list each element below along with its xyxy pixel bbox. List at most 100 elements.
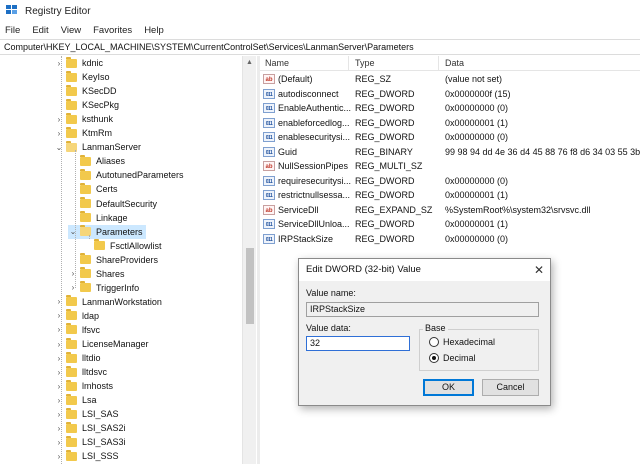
menu-favorites[interactable]: Favorites <box>87 25 138 36</box>
tree-item[interactable]: › LanmanWorkstation <box>54 295 162 309</box>
value-row[interactable]: 011 autodisconnect REG_DWORD 0x0000000f (15… <box>260 88 640 102</box>
value-name: IRPStackSize <box>278 233 334 244</box>
tree-item-label: TriggerInfo <box>96 282 140 293</box>
value-data: 0x00000001 (1) <box>445 190 509 200</box>
value-row[interactable]: 011 enablesecuritysi... REG_DWORD 0x0000000… <box>260 131 640 145</box>
collapsed-chevron-icon[interactable]: › <box>54 452 64 461</box>
tree-scrollbar[interactable]: ▲ <box>242 56 256 464</box>
collapsed-chevron-icon[interactable]: › <box>54 368 64 377</box>
tree-item[interactable]: › TriggerInfo <box>68 281 139 295</box>
tree-item-label: Aliases <box>96 156 126 167</box>
collapsed-chevron-icon[interactable]: › <box>68 283 78 292</box>
collapsed-chevron-icon[interactable]: › <box>54 354 64 363</box>
value-row[interactable]: 011 restrictnullsessa... REG_DWORD 0x000000… <box>260 189 640 203</box>
decimal-label[interactable]: Decimal <box>443 353 476 363</box>
menu-file[interactable]: File <box>0 25 26 36</box>
collapsed-chevron-icon[interactable]: › <box>54 396 64 405</box>
column-data-header[interactable]: Data <box>445 58 464 68</box>
column-name-header[interactable]: Name <box>265 58 289 68</box>
value-data: 0x00000001 (1) <box>445 219 509 229</box>
tree-item[interactable]: › LSI_SAS3i <box>54 435 126 449</box>
scrollbar-thumb[interactable] <box>246 248 254 324</box>
value-row[interactable]: 011 enableforcedlog... REG_DWORD 0x00000001… <box>260 117 640 131</box>
value-row[interactable]: 011 ServiceDllUnloa... REG_DWORD 0x00000001… <box>260 218 640 232</box>
tree-item[interactable]: › LSI_SAS2i <box>54 421 126 435</box>
collapsed-chevron-icon[interactable]: › <box>54 424 64 433</box>
ok-button[interactable]: OK <box>423 379 474 396</box>
tree-connector <box>75 150 76 288</box>
tree-item-label: FsctlAllowlist <box>110 240 162 251</box>
key-tree[interactable]: › kdnic KeyIso KSecDD KSecPkg › ksthunk › KtmRm ⌄… <box>0 56 258 464</box>
tree-item[interactable]: › LicenseManager <box>54 337 149 351</box>
cancel-button[interactable]: Cancel <box>482 379 539 396</box>
tree-item[interactable]: › ksthunk <box>54 112 113 126</box>
value-row[interactable]: ab (Default) REG_SZ (value not set) <box>260 73 640 87</box>
value-row[interactable]: ab ServiceDll REG_EXPAND_SZ %SystemRoot%\sy… <box>260 204 640 218</box>
expanded-chevron-icon[interactable]: ⌄ <box>68 227 78 236</box>
tree-item[interactable]: KSecPkg <box>54 98 119 112</box>
collapsed-chevron-icon[interactable]: › <box>54 438 64 447</box>
tree-item-label: Lsa <box>82 395 97 406</box>
collapsed-chevron-icon[interactable]: › <box>54 340 64 349</box>
value-data: 0x00000000 (0) <box>445 233 509 244</box>
collapsed-chevron-icon[interactable]: › <box>54 59 64 68</box>
column-type-header[interactable]: Type <box>355 58 375 68</box>
hexadecimal-radio[interactable] <box>429 337 439 347</box>
tree-item[interactable]: › KtmRm <box>54 126 112 140</box>
value-row[interactable]: 011 Guid REG_BINARY 99 98 94 dd 4e 36 d4 45… <box>260 146 640 160</box>
collapsed-chevron-icon[interactable]: › <box>54 129 64 138</box>
tree-item[interactable]: FsctlAllowlist <box>82 239 162 253</box>
tree-item[interactable]: ShareProviders <box>68 253 158 267</box>
tree-item-label: ldap <box>82 310 100 321</box>
binary-value-icon: 011 <box>263 190 275 200</box>
collapsed-chevron-icon[interactable]: › <box>68 269 78 278</box>
value-row[interactable]: 011 requiresecuritysi... REG_DWORD 0x000000… <box>260 175 640 189</box>
tree-item[interactable]: › Shares <box>68 267 125 281</box>
tree-item[interactable]: › LSI_SSS <box>54 449 119 463</box>
menu-edit[interactable]: Edit <box>26 25 54 36</box>
value-type: REG_DWORD <box>355 175 415 186</box>
value-data: 0x0000000f (15) <box>445 88 511 99</box>
column-divider[interactable] <box>348 56 349 71</box>
tree-item-label: AutotunedParameters <box>96 170 184 181</box>
string-value-icon: ab <box>263 204 275 215</box>
base-groupbox <box>419 329 539 371</box>
value-data-input[interactable]: 32 <box>306 336 410 351</box>
tree-item[interactable]: KeyIso <box>54 70 110 84</box>
value-row[interactable]: 011 IRPStackSize REG_DWORD 0x00000000 (0) <box>260 233 640 247</box>
tree-item[interactable]: Aliases <box>68 154 125 168</box>
tree-item-label: KeyIso <box>82 72 110 83</box>
value-row[interactable]: 011 EnableAuthentic... REG_DWORD 0x00000000… <box>260 102 640 116</box>
menu-help[interactable]: Help <box>138 25 170 36</box>
expanded-chevron-icon[interactable]: ⌄ <box>54 143 64 152</box>
address-bar[interactable]: Computer\HKEY_LOCAL_MACHINE\SYSTEM\Curre… <box>0 39 640 55</box>
close-icon[interactable]: ✕ <box>534 259 544 281</box>
menu-view[interactable]: View <box>55 25 87 36</box>
scroll-up-arrow-icon[interactable]: ▲ <box>246 59 253 66</box>
tree-item[interactable]: › LSI_SAS <box>54 407 119 421</box>
collapsed-chevron-icon[interactable]: › <box>54 382 64 391</box>
tree-item[interactable]: AutotunedParameters <box>68 168 184 182</box>
column-divider[interactable] <box>438 56 439 71</box>
folder-icon <box>66 393 77 405</box>
value-name-field[interactable]: IRPStackSize <box>306 302 539 317</box>
tree-item[interactable]: DefaultSecurity <box>68 197 157 211</box>
tree-item[interactable]: › lmhosts <box>54 379 113 393</box>
value-row[interactable]: ab NullSessionPipes REG_MULTI_SZ <box>260 160 640 174</box>
tree-item[interactable]: Linkage <box>68 211 128 225</box>
value-name: restrictnullsessa... <box>278 190 351 200</box>
collapsed-chevron-icon[interactable]: › <box>54 325 64 334</box>
collapsed-chevron-icon[interactable]: › <box>54 410 64 419</box>
hexadecimal-label[interactable]: Hexadecimal <box>443 337 495 347</box>
tree-item[interactable]: ⌄ LanmanServer <box>54 140 141 154</box>
decimal-radio[interactable] <box>429 353 439 363</box>
collapsed-chevron-icon[interactable]: › <box>54 311 64 320</box>
tree-item-label: lfsvc <box>82 324 100 335</box>
binary-value-icon: 011 <box>263 103 275 113</box>
tree-item[interactable]: KSecDD <box>54 84 117 98</box>
value-type: REG_DWORD <box>355 88 415 99</box>
collapsed-chevron-icon[interactable]: › <box>54 115 64 124</box>
tree-item-label: Shares <box>96 268 125 279</box>
collapsed-chevron-icon[interactable]: › <box>54 297 64 306</box>
tree-item[interactable]: ⌄ Parameters <box>68 224 146 239</box>
